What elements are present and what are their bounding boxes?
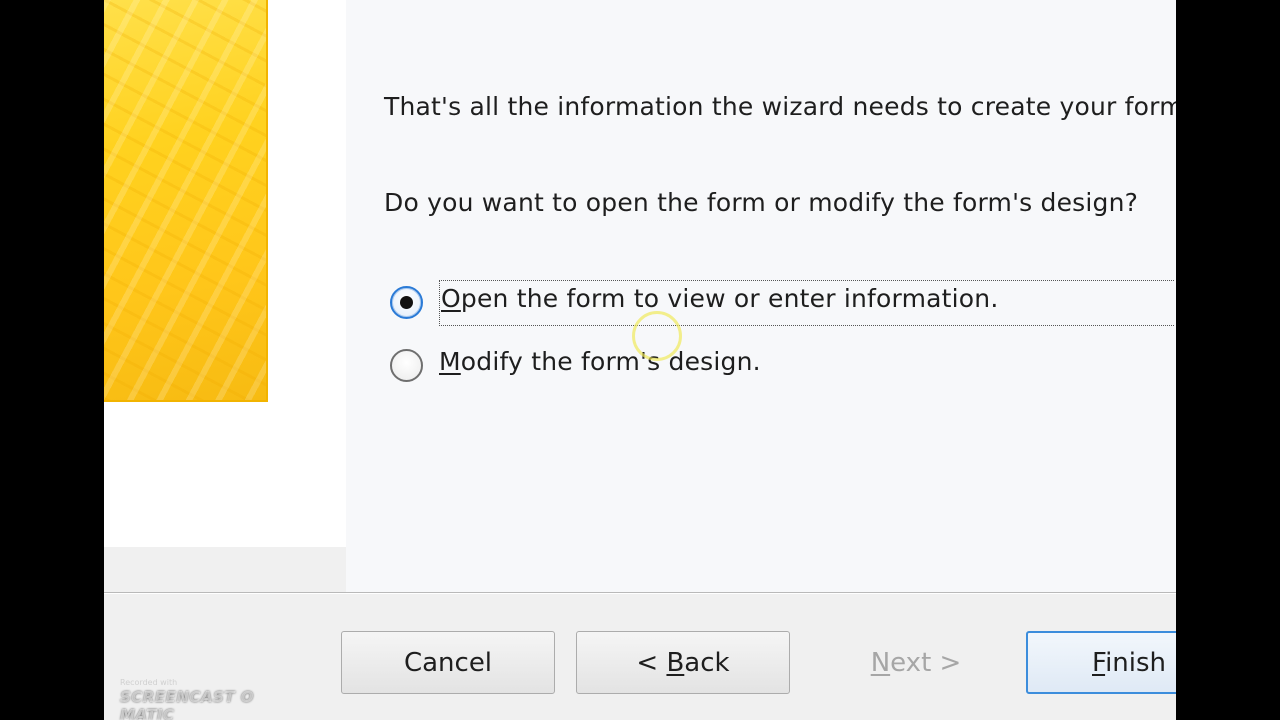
recorder-watermark-logo: Recorded with SCREENCAST O MATIC <box>120 678 280 720</box>
next-button-disabled: Next > <box>810 631 1022 694</box>
letterbox-right <box>1176 0 1280 720</box>
form-wizard-dialog: That's all the information the wizard ne… <box>104 0 1176 720</box>
back-button[interactable]: < Back <box>576 631 790 694</box>
back-prefix: < <box>636 647 667 678</box>
finish-button[interactable]: Finish <box>1026 631 1176 694</box>
next-label-text: ext > <box>890 647 962 678</box>
mouse-cursor-highlight <box>632 311 682 361</box>
modify-design-radio[interactable] <box>390 349 423 382</box>
open-form-option-label[interactable]: Open the form to view or enter informati… <box>439 280 1174 326</box>
screen: That's all the information the wizard ne… <box>0 0 1280 720</box>
next-mnemonic: N <box>870 647 891 678</box>
wizard-side-art-image <box>104 0 268 402</box>
open-form-radio[interactable] <box>390 286 423 319</box>
cancel-button[interactable]: Cancel <box>341 631 555 694</box>
modify-design-option-label[interactable]: Modify the form's design. <box>439 347 761 376</box>
wizard-side-panel <box>104 0 346 547</box>
open-form-mnemonic: O <box>441 284 461 313</box>
finish-label-text: inish <box>1105 648 1167 678</box>
watermark-small-text: Recorded with <box>120 678 178 687</box>
finish-mnemonic: F <box>1092 648 1106 678</box>
button-area-separator <box>104 592 1176 594</box>
letterbox-left <box>0 0 104 720</box>
watermark-brand-text: SCREENCAST O MATIC <box>120 688 255 720</box>
wizard-question-text: Do you want to open the form or modify t… <box>384 188 1139 217</box>
back-mnemonic: B <box>666 647 685 678</box>
back-label-text: ack <box>684 647 730 678</box>
open-form-label-text: pen the form to view or enter informatio… <box>460 284 999 313</box>
wizard-summary-text: That's all the information the wizard ne… <box>384 92 1176 121</box>
radio-selected-dot <box>400 296 413 309</box>
modify-design-mnemonic: M <box>439 347 461 376</box>
modify-design-label-text: odify the form's design. <box>460 347 761 376</box>
